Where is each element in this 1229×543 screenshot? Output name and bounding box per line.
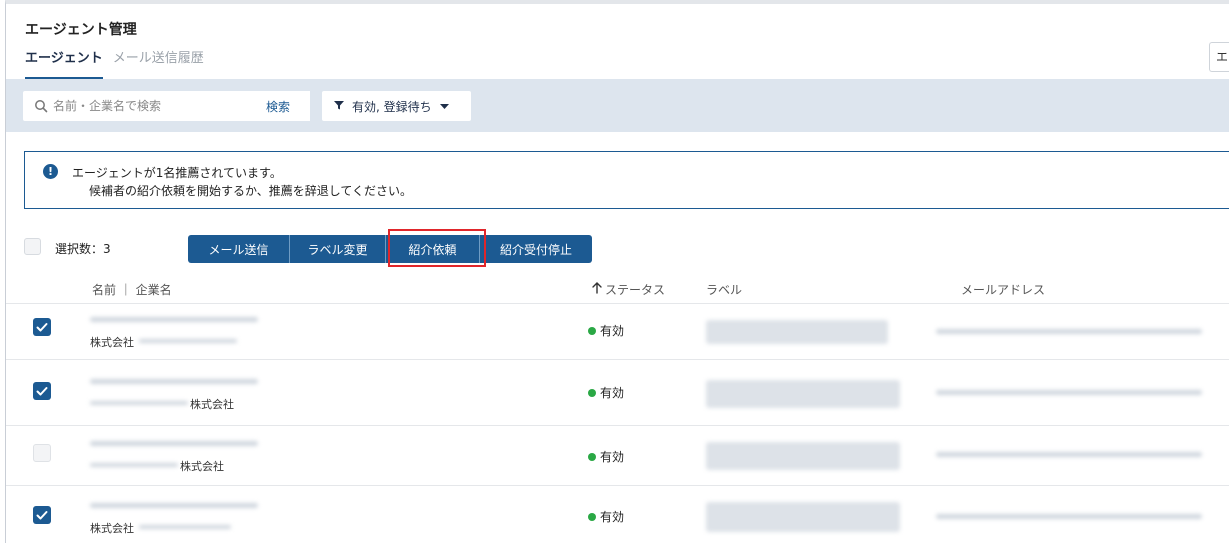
column-header-status-label: ステータス bbox=[605, 283, 666, 297]
row-checkbox[interactable] bbox=[33, 506, 51, 524]
status-active-dot bbox=[588, 512, 596, 521]
status-cell: 有効 bbox=[588, 448, 624, 465]
column-header-status[interactable]: ステータス bbox=[592, 281, 665, 298]
table-row[interactable]: 株式会社 有効 bbox=[6, 304, 1229, 360]
column-header-label[interactable]: ラベル bbox=[706, 281, 742, 298]
email-redacted bbox=[936, 514, 1202, 519]
info-icon: ! bbox=[43, 164, 58, 179]
filter-bar: 検索 有効, 登録待ち bbox=[6, 79, 1229, 132]
send-mail-button[interactable]: メール送信 bbox=[188, 235, 290, 263]
caret-down-icon bbox=[439, 99, 449, 113]
selection-count: 選択数：3 bbox=[55, 242, 111, 256]
company-name-redacted bbox=[139, 525, 231, 529]
column-header-name[interactable]: 名前 ｜ 企業名 bbox=[92, 281, 172, 298]
status-text: 有効 bbox=[600, 324, 625, 338]
status-text: 有効 bbox=[600, 450, 625, 464]
label-redacted bbox=[706, 502, 900, 532]
status-active-dot bbox=[588, 326, 596, 335]
status-cell: 有効 bbox=[588, 384, 624, 401]
status-text: 有効 bbox=[600, 510, 625, 524]
company-name-redacted bbox=[139, 339, 237, 343]
tab-agents[interactable]: エージェント bbox=[25, 50, 103, 80]
company-name: 株式会社 bbox=[90, 336, 134, 349]
status-active-dot bbox=[588, 388, 596, 397]
status-filter-dropdown[interactable]: 有効, 登録待ち bbox=[322, 91, 471, 121]
status-cell: 有効 bbox=[588, 322, 624, 339]
company-name: 株式会社 bbox=[90, 522, 134, 535]
highlight-box bbox=[388, 229, 486, 267]
status-filter-label: 有効, 登録待ち bbox=[352, 99, 432, 114]
search-input[interactable] bbox=[53, 99, 223, 113]
app-frame: エージェント管理 エージェント メール送信履歴 エ 検索 有効, 登録待ち bbox=[5, 0, 1229, 543]
company-name-redacted bbox=[90, 463, 178, 467]
company-name-redacted bbox=[90, 401, 188, 405]
agent-name-redacted bbox=[90, 317, 258, 322]
search-box: 検索 bbox=[23, 91, 310, 121]
row-checkbox[interactable] bbox=[33, 318, 51, 336]
search-button[interactable]: 検索 bbox=[246, 91, 310, 121]
label-redacted bbox=[706, 320, 888, 344]
change-label-button[interactable]: ラベル変更 bbox=[290, 235, 386, 263]
row-checkbox[interactable] bbox=[33, 382, 51, 400]
label-redacted bbox=[706, 380, 900, 408]
select-all-checkbox[interactable] bbox=[24, 238, 41, 255]
label-redacted bbox=[706, 442, 900, 470]
status-text: 有効 bbox=[600, 386, 625, 400]
email-redacted bbox=[936, 329, 1202, 334]
alert-instruction: 候補者の紹介依頼を開始するか、推薦を辞退してください。 bbox=[89, 184, 413, 198]
column-header-email[interactable]: メールアドレス bbox=[961, 281, 1045, 298]
recommendation-alert: ! エージェントが1名推薦されています。 候補者の紹介依頼を開始するか、推薦を辞… bbox=[24, 151, 1229, 209]
edge-button[interactable]: エ bbox=[1209, 42, 1229, 72]
company-name: 株式会社 bbox=[190, 398, 234, 411]
status-cell: 有効 bbox=[588, 508, 624, 525]
agent-name-redacted bbox=[90, 441, 258, 446]
row-checkbox[interactable] bbox=[33, 444, 51, 462]
page-title: エージェント管理 bbox=[25, 22, 137, 38]
filter-icon bbox=[334, 99, 344, 113]
alert-message: エージェントが1名推薦されています。 bbox=[72, 166, 282, 180]
agent-name-redacted bbox=[90, 503, 258, 508]
table-row[interactable]: 株式会社 有効 bbox=[6, 360, 1229, 426]
stop-referrals-button[interactable]: 紹介受付停止 bbox=[480, 235, 592, 263]
table-row[interactable]: 株式会社 有効 bbox=[6, 426, 1229, 486]
email-redacted bbox=[936, 390, 1202, 395]
email-redacted bbox=[936, 452, 1202, 457]
sort-up-icon bbox=[592, 282, 602, 297]
table-row[interactable]: 株式会社 有効 bbox=[6, 486, 1229, 543]
company-name: 株式会社 bbox=[180, 460, 224, 473]
tab-bar: エージェント メール送信履歴 bbox=[25, 50, 204, 80]
search-icon bbox=[29, 91, 53, 121]
tab-mail-history[interactable]: メール送信履歴 bbox=[113, 50, 204, 80]
agent-name-redacted bbox=[90, 379, 258, 384]
status-active-dot bbox=[588, 452, 596, 461]
